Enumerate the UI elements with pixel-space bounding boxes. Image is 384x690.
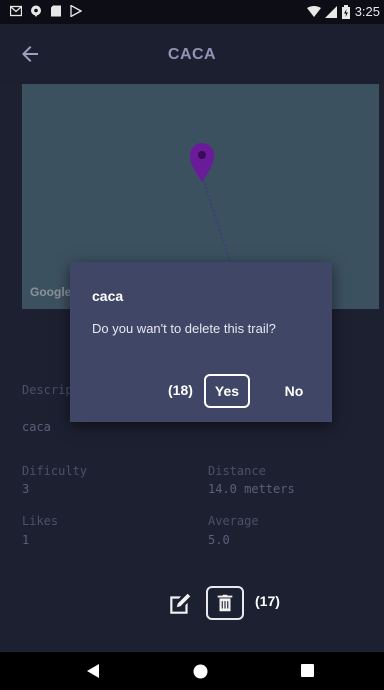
wifi-icon bbox=[306, 5, 321, 17]
delete-button[interactable] bbox=[206, 586, 244, 620]
map-marker-icon[interactable] bbox=[190, 143, 214, 182]
yes-button[interactable]: Yes bbox=[204, 374, 250, 408]
home-circle-icon[interactable] bbox=[193, 664, 208, 679]
status-bar: 3:25 bbox=[0, 0, 384, 24]
trash-icon bbox=[217, 594, 233, 612]
app-bar: CACA bbox=[0, 24, 384, 84]
play-store-icon bbox=[70, 5, 82, 17]
delete-annotation: (17) bbox=[255, 593, 280, 609]
delete-confirm-dialog: caca Do you wan't to delete this trail? … bbox=[70, 262, 332, 422]
clock: 3:25 bbox=[354, 4, 380, 19]
gmail-icon bbox=[10, 5, 22, 17]
likes-value: 1 bbox=[22, 533, 30, 547]
difficulty-label: Dificulty bbox=[22, 464, 88, 478]
likes-label: Likes bbox=[22, 514, 59, 528]
sd-card-icon bbox=[51, 5, 61, 17]
description-value: caca bbox=[22, 420, 51, 434]
shield-icon bbox=[31, 5, 41, 17]
system-nav-bar bbox=[0, 652, 384, 690]
recents-square-icon[interactable] bbox=[301, 664, 314, 677]
difficulty-value: 3 bbox=[22, 482, 30, 496]
distance-label: Distance bbox=[208, 464, 266, 478]
dialog-title: caca bbox=[92, 288, 124, 304]
yes-annotation: (18) bbox=[168, 382, 193, 398]
back-triangle-icon[interactable] bbox=[86, 664, 100, 678]
no-button[interactable]: No bbox=[274, 374, 314, 408]
average-value: 5.0 bbox=[208, 533, 230, 547]
edit-icon[interactable] bbox=[167, 591, 193, 617]
signal-icon bbox=[324, 5, 337, 18]
battery-icon bbox=[341, 4, 350, 19]
page-title: CACA bbox=[167, 46, 217, 63]
average-label: Average bbox=[208, 514, 259, 528]
distance-value: 14.0 metters bbox=[208, 482, 295, 496]
google-logo: Google bbox=[30, 285, 72, 299]
dialog-message: Do you wan't to delete this trail? bbox=[92, 321, 276, 336]
